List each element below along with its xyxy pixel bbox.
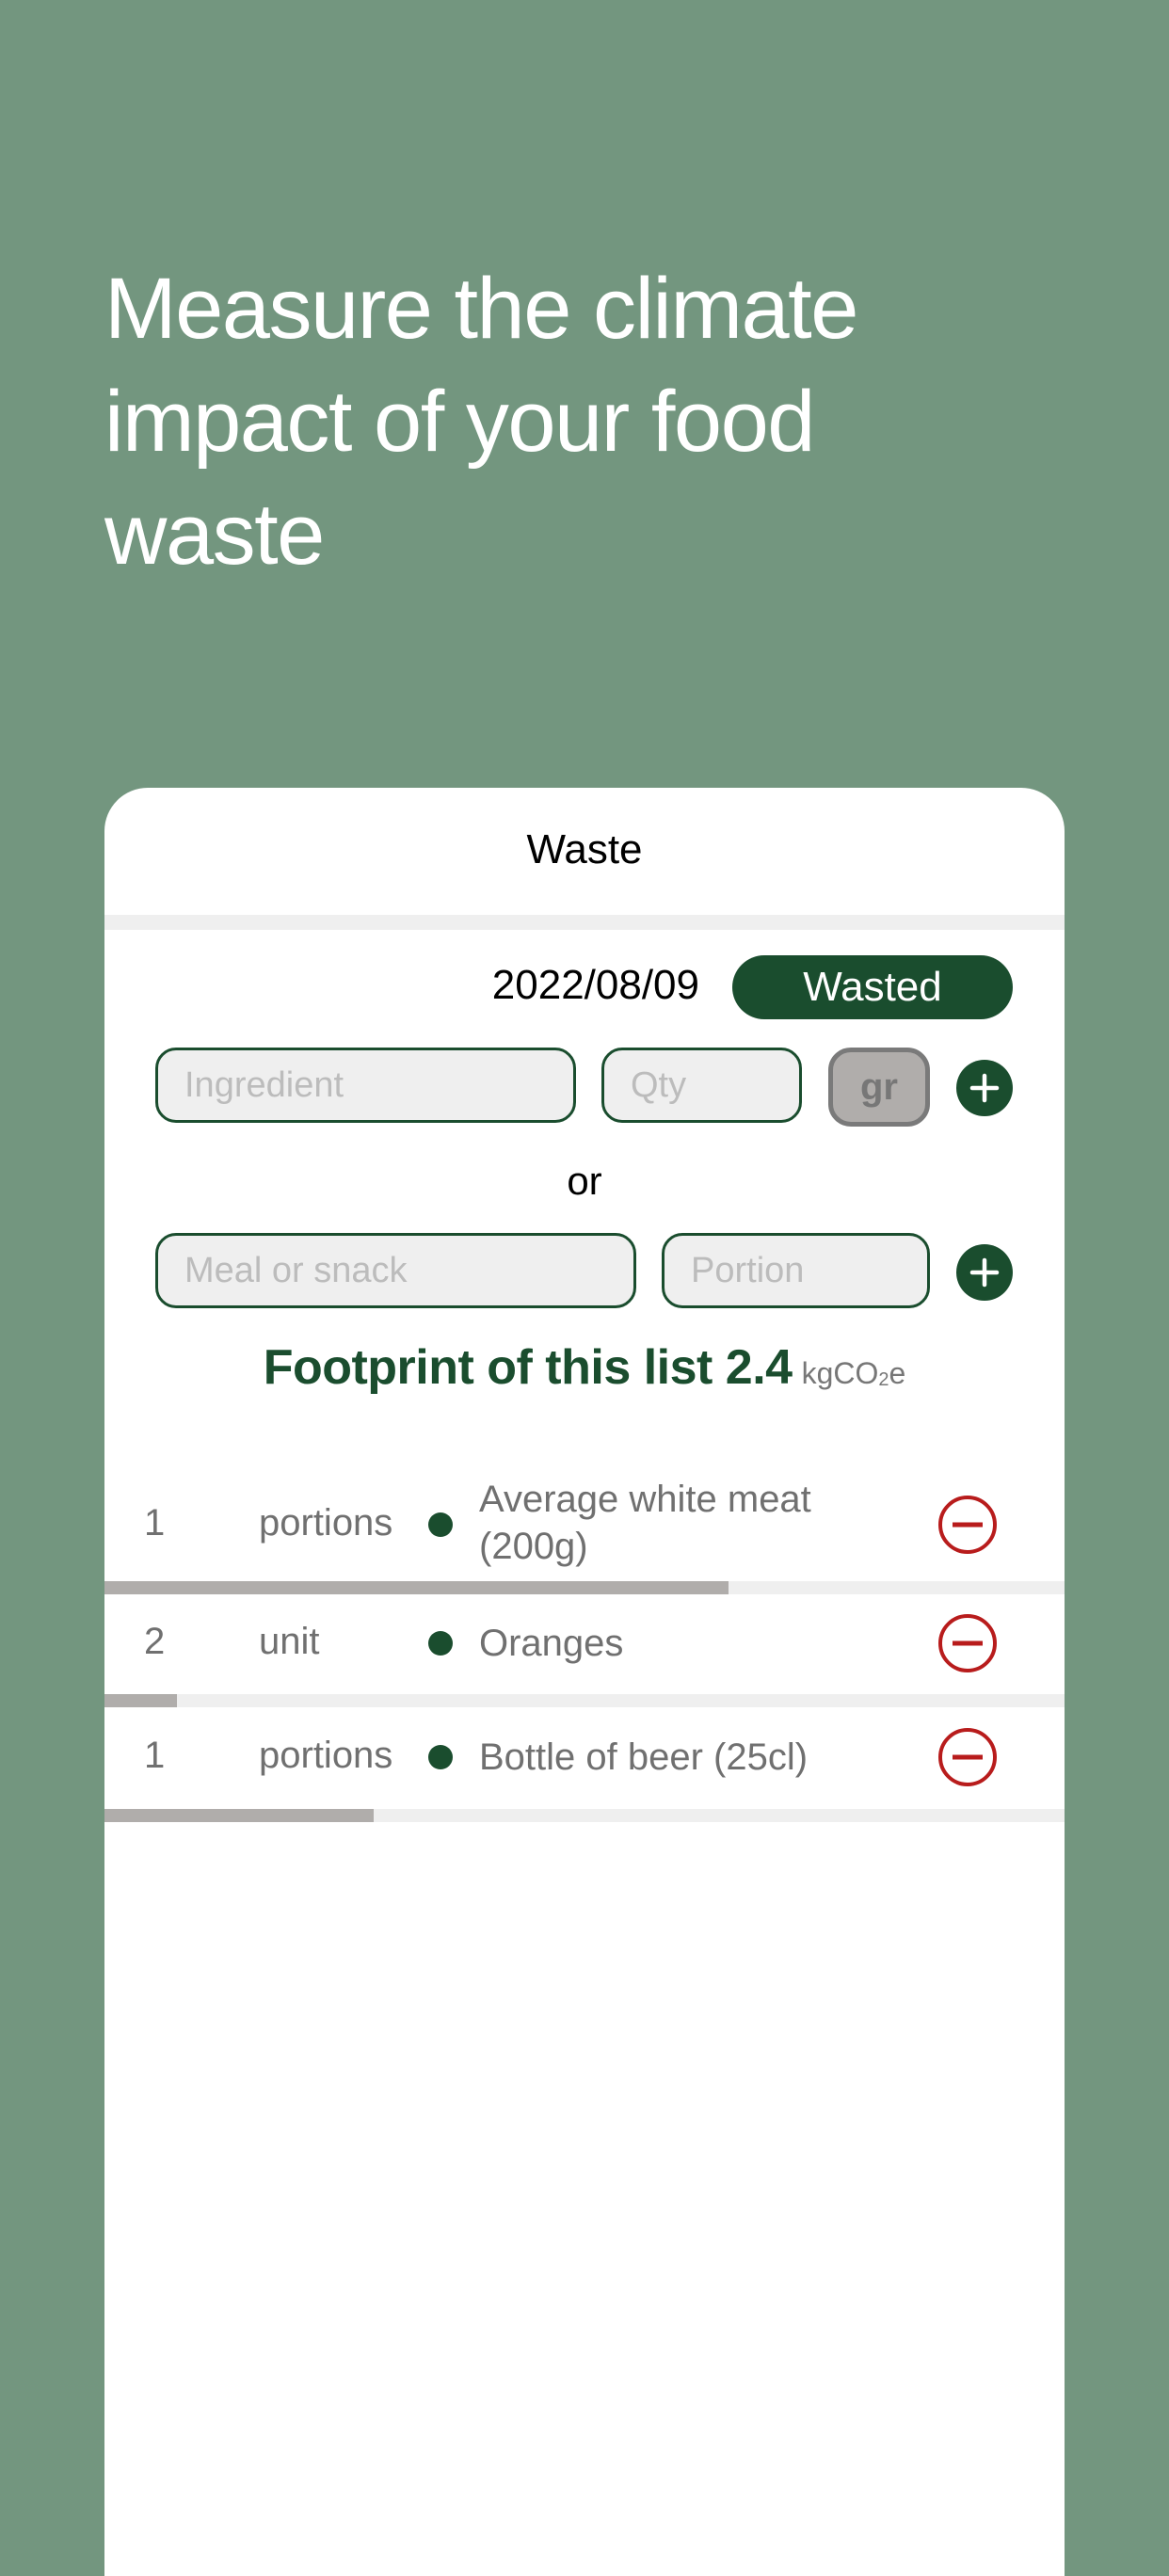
meal-input[interactable] bbox=[155, 1233, 636, 1308]
card-title: Waste bbox=[526, 826, 643, 872]
item-name: Bottle of beer (25cl) bbox=[479, 1736, 809, 1778]
minus-circle-icon bbox=[938, 1728, 997, 1786]
item-unit: portions bbox=[259, 1735, 393, 1776]
item-qty: 1 bbox=[144, 1735, 166, 1776]
category-dot-icon bbox=[428, 1745, 453, 1769]
category-dot-icon bbox=[428, 1631, 453, 1656]
portion-input[interactable] bbox=[662, 1233, 930, 1308]
plus-circle-icon bbox=[969, 1073, 1000, 1103]
item-name: Oranges bbox=[479, 1623, 624, 1664]
item-unit: portions bbox=[259, 1502, 393, 1544]
list-item: 2 unit Oranges bbox=[104, 1592, 1065, 1694]
list-item: 1 portions Average white meat (200g) bbox=[104, 1468, 1065, 1581]
or-separator: or bbox=[567, 1159, 602, 1203]
category-dot-icon bbox=[428, 1512, 453, 1537]
item-qty: 1 bbox=[144, 1502, 166, 1544]
item-name: Average white meat (200g) bbox=[479, 1479, 811, 1567]
footprint-label: Footprint of this list 2.4 bbox=[263, 1340, 793, 1395]
remove-item-button[interactable] bbox=[937, 1494, 999, 1556]
impact-bar-fill bbox=[104, 1809, 374, 1822]
impact-bar bbox=[104, 1809, 1065, 1822]
header-divider bbox=[104, 915, 1065, 930]
date-label[interactable]: 2022/08/09 bbox=[417, 959, 699, 1012]
unit-select-button[interactable]: gr bbox=[828, 1048, 930, 1127]
remove-item-button[interactable] bbox=[937, 1612, 999, 1674]
item-unit: unit bbox=[259, 1621, 320, 1662]
minus-circle-icon bbox=[938, 1614, 997, 1672]
remove-item-button[interactable] bbox=[937, 1726, 999, 1788]
item-qty: 2 bbox=[144, 1621, 166, 1662]
footprint-value: 2.4 bbox=[725, 1340, 793, 1395]
ingredient-input[interactable] bbox=[155, 1048, 576, 1123]
add-ingredient-button[interactable] bbox=[956, 1060, 1013, 1116]
list-item: 1 portions Bottle of beer (25cl) bbox=[104, 1705, 1065, 1809]
minus-circle-icon bbox=[938, 1496, 997, 1554]
footprint-unit: kgCO2e bbox=[801, 1356, 906, 1390]
waste-card: Waste 2022/08/09 Wasted gr or Footprint … bbox=[104, 788, 1065, 2576]
wasted-toggle-button[interactable]: Wasted bbox=[732, 955, 1013, 1019]
qty-input[interactable] bbox=[601, 1048, 802, 1123]
footprint-summary: Footprint of this list 2.4 kgCO2e bbox=[104, 1339, 1065, 1408]
plus-circle-icon bbox=[969, 1257, 1000, 1288]
add-meal-button[interactable] bbox=[956, 1244, 1013, 1301]
headline: Measure the climate impact of your food … bbox=[104, 261, 858, 583]
